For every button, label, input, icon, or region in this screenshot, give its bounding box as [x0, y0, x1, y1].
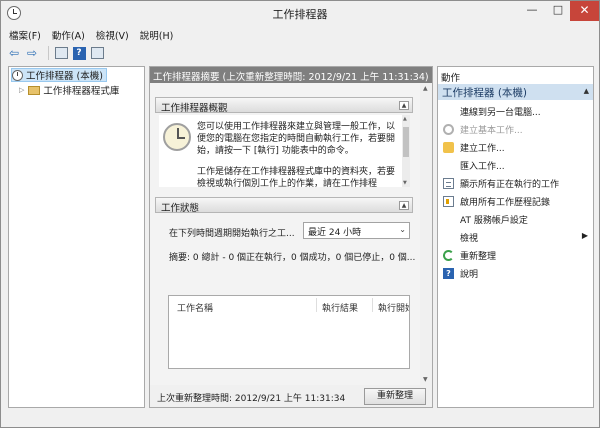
action-label: 匯入工作...	[460, 162, 505, 172]
task-status-section-header[interactable]: 工作狀態 ▲	[155, 197, 413, 214]
doc-icon	[443, 196, 454, 207]
clock-icon	[12, 69, 23, 81]
toolbar-separator	[48, 46, 49, 60]
task-scheduler-clock-icon	[163, 123, 191, 151]
action-label: AT 服務帳戶設定	[460, 216, 528, 226]
column-header-run-start[interactable]: 執行開始	[378, 301, 409, 314]
action-pane-icon	[90, 47, 104, 59]
title-bar: 工作排程器 — □ ✕	[1, 1, 599, 25]
folder-icon	[28, 85, 41, 95]
action-refresh[interactable]: 重新整理	[438, 246, 593, 264]
help-button[interactable]: ?	[72, 46, 86, 60]
help-icon: ?	[443, 268, 454, 279]
scroll-thumb[interactable]	[403, 127, 409, 157]
action-display-running-tasks[interactable]: 顯示所有正在執行的工作	[438, 174, 593, 192]
action-label: 重新整理	[460, 252, 497, 262]
collapse-icon[interactable]: ▲	[399, 101, 409, 110]
tree-item-label: 工作排程器 (本機)	[26, 71, 103, 82]
column-header-run-result[interactable]: 執行結果	[322, 301, 358, 314]
close-button[interactable]: ✕	[570, 1, 599, 21]
blank-icon	[443, 214, 454, 225]
scroll-up-icon[interactable]: ▲	[423, 85, 428, 92]
last-refresh-text: 上次重新整理時間: 2012/9/21 上午 11:31:34	[157, 394, 346, 404]
action-import-task[interactable]: 匯入工作...	[438, 156, 593, 174]
actions-group-title: 工作排程器 (本機)	[442, 87, 528, 99]
action-connect-another-computer[interactable]: 連線到另一台電腦...	[438, 102, 593, 120]
refresh-button[interactable]: 重新整理	[364, 388, 426, 405]
gear-icon	[443, 124, 454, 135]
summary-scrollbar[interactable]: ▲ ▼	[420, 83, 432, 385]
submenu-arrow-icon: ▶	[581, 231, 588, 240]
list-icon	[443, 178, 454, 189]
console-tree-icon	[54, 47, 68, 59]
console-tree-button[interactable]	[54, 46, 68, 60]
tree-item-task-scheduler-local[interactable]: 工作排程器 (本機)	[11, 68, 107, 82]
collapse-icon[interactable]: ▲	[584, 87, 589, 95]
period-label: 在下列時間週期開始執行之工...	[169, 229, 295, 239]
collapse-icon[interactable]: ▲	[399, 201, 409, 210]
tree-item-task-scheduler-library[interactable]: ▷ 工作排程器程式庫	[19, 83, 119, 97]
action-label: 連線到另一台電腦...	[460, 108, 541, 118]
blank-icon	[443, 106, 454, 117]
summary-panel: 工作排程器摘要 (上次重新整理時間: 2012/9/21 上午 11:31:34…	[149, 66, 433, 408]
actions-group-header[interactable]: 工作排程器 (本機) ▲	[438, 84, 593, 100]
status-summary: 摘要: 0 總計 - 0 個正在執行，0 個成功，0 個已停止，0 個...	[169, 253, 416, 263]
back-arrow-icon[interactable]: ⇦	[7, 46, 21, 60]
action-label: 檢視	[460, 234, 479, 244]
column-divider[interactable]	[316, 298, 317, 312]
scroll-down-icon[interactable]: ▼	[403, 180, 407, 186]
window-title: 工作排程器	[272, 8, 328, 21]
toolbar: ⇦ ⇨ ?	[1, 43, 599, 63]
column-divider[interactable]	[372, 298, 373, 312]
star-icon	[443, 142, 454, 153]
blank-icon	[443, 232, 454, 243]
blank-icon	[443, 160, 454, 171]
overview-paragraph: 您可以使用工作排程器來建立與管理一般工作，以便您的電腦在您指定的時間自動執行工作…	[197, 122, 396, 156]
period-value: 最近 24 小時	[308, 228, 362, 238]
refresh-icon	[443, 250, 454, 261]
action-label: 建立基本工作...	[460, 126, 523, 136]
menu-action[interactable]: 動作(A)	[46, 25, 90, 43]
action-create-task[interactable]: 建立工作...	[438, 138, 593, 156]
menu-file[interactable]: 檔案(F)	[1, 25, 46, 43]
summary-header: 工作排程器摘要 (上次重新整理時間: 2012/9/21 上午 11:31:34…	[150, 67, 432, 83]
task-scheduler-window: 工作排程器 — □ ✕ 檔案(F) 動作(A) 檢視(V) 說明(H) ⇦ ⇨ …	[0, 0, 600, 428]
action-label: 啟用所有工作歷程記錄	[460, 198, 551, 208]
period-select[interactable]: 最近 24 小時 ⌄	[303, 222, 410, 239]
console-tree: 工作排程器 (本機) ▷ 工作排程器程式庫	[8, 66, 145, 408]
expand-icon[interactable]: ▷	[19, 86, 24, 94]
action-help[interactable]: ? 說明	[438, 264, 593, 282]
overview-content: 您可以使用工作排程器來建立與管理一般工作，以便您的電腦在您指定的時間自動執行工作…	[159, 115, 410, 187]
menu-bar: 檔案(F) 動作(A) 檢視(V) 說明(H)	[1, 25, 599, 43]
overview-paragraph: 工作是儲存在工作排程器程式庫中的資料夾，若要檢視或執行個別工作上的作業，請在工作…	[197, 167, 396, 187]
tree-item-label: 工作排程器程式庫	[43, 86, 120, 97]
chevron-down-icon: ⌄	[399, 225, 406, 234]
scroll-up-icon[interactable]: ▲	[403, 116, 407, 122]
summary-footer: 上次重新整理時間: 2012/9/21 上午 11:31:34 重新整理	[150, 385, 432, 407]
minimize-button[interactable]: —	[519, 1, 545, 21]
action-enable-task-history[interactable]: 啟用所有工作歷程記錄	[438, 192, 593, 210]
actions-header: 動作	[441, 73, 461, 84]
action-label: 顯示所有正在執行的工作	[460, 180, 560, 190]
action-label: 建立工作...	[460, 144, 505, 154]
overview-section-header[interactable]: 工作排程器概觀 ▲	[155, 97, 413, 114]
forward-arrow-icon[interactable]: ⇨	[25, 46, 39, 60]
action-label: 說明	[460, 270, 479, 280]
column-header-task-name[interactable]: 工作名稱	[177, 301, 213, 314]
action-at-service-account[interactable]: AT 服務帳戶設定	[438, 210, 593, 228]
overview-title: 工作排程器概觀	[161, 103, 228, 114]
menu-help[interactable]: 說明(H)	[134, 25, 179, 43]
menu-view[interactable]: 檢視(V)	[90, 25, 134, 43]
help-icon: ?	[72, 46, 86, 60]
task-status-table[interactable]: 工作名稱 執行結果 執行開始	[168, 295, 410, 369]
maximize-button[interactable]: □	[545, 1, 571, 21]
scroll-down-icon[interactable]: ▼	[423, 376, 428, 383]
action-view[interactable]: 檢視 ▶	[438, 228, 593, 246]
action-create-basic-task[interactable]: 建立基本工作...	[438, 120, 593, 138]
task-status-title: 工作狀態	[161, 203, 200, 214]
action-pane-button[interactable]	[90, 46, 104, 60]
actions-pane: 動作 工作排程器 (本機) ▲ 連線到另一台電腦... 建立基本工作... 建立…	[437, 66, 594, 408]
overview-scrollbar[interactable]: ▲ ▼	[402, 115, 410, 187]
